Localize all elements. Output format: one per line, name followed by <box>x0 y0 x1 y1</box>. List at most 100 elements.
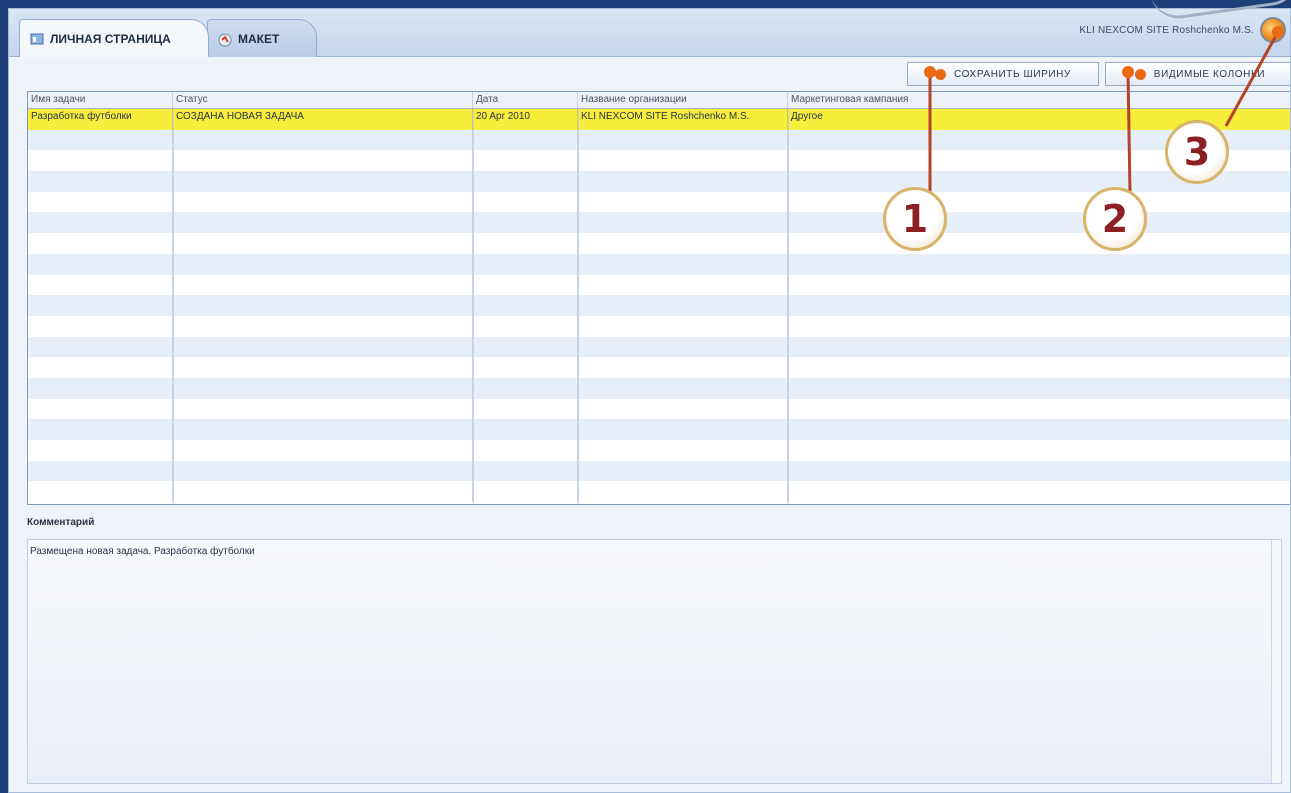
table-cell <box>28 253 173 275</box>
visible-columns-button[interactable]: ВИДИМЫЕ КОЛОНКИ <box>1105 62 1290 86</box>
table-cell <box>578 212 788 234</box>
table-row[interactable] <box>28 274 1290 296</box>
table-row[interactable] <box>28 377 1290 399</box>
table-cell <box>173 129 473 151</box>
column-header-task-name[interactable]: Имя задачи <box>28 92 173 108</box>
table-row[interactable] <box>28 440 1290 461</box>
table-cell <box>788 440 1290 461</box>
table-cell <box>173 481 473 503</box>
table-cell <box>788 212 1290 233</box>
table-cell <box>578 129 788 151</box>
table-cell <box>578 377 788 399</box>
table-cell <box>578 171 788 192</box>
table-cell <box>28 212 173 234</box>
logout-button[interactable] <box>1260 17 1286 43</box>
table-cell <box>173 274 473 296</box>
table-cell <box>173 150 473 172</box>
table-row[interactable] <box>28 295 1290 316</box>
table-cell <box>473 419 578 440</box>
table-row[interactable] <box>28 150 1290 172</box>
tab-layout[interactable]: МАКЕТ <box>207 19 317 57</box>
table-cell <box>173 419 473 440</box>
table-cell <box>578 336 788 358</box>
table-cell <box>788 192 1290 213</box>
table-cell <box>473 171 578 192</box>
table-cell <box>28 274 173 296</box>
table-cell <box>473 357 578 378</box>
table-cell <box>473 274 578 296</box>
table-cell <box>578 440 788 461</box>
table-row[interactable]: Разработка футболки СОЗДАНА НОВАЯ ЗАДАЧА… <box>28 109 1290 130</box>
table-cell <box>473 253 578 275</box>
table-cell <box>173 315 473 337</box>
table-cell <box>28 171 173 192</box>
column-header-status[interactable]: Статус <box>173 92 473 108</box>
table-cell <box>173 233 473 254</box>
table-cell <box>578 481 788 503</box>
comment-box[interactable]: Размещена новая задача. Разработка футбо… <box>27 539 1282 784</box>
top-bar: ЛИЧНАЯ СТРАНИЦА МАКЕТ KLI NEXCOM SITE Ro… <box>9 9 1290 57</box>
table-cell <box>788 357 1290 378</box>
callout-1-number: 1 <box>901 197 929 241</box>
table-cell <box>788 295 1290 316</box>
table-row[interactable] <box>28 253 1290 275</box>
table-row[interactable] <box>28 460 1290 482</box>
table-cell <box>578 274 788 296</box>
visible-columns-label: ВИДИМЫЕ КОЛОНКИ <box>1153 68 1266 80</box>
table-row[interactable] <box>28 419 1290 440</box>
table-row[interactable] <box>28 336 1290 358</box>
table-cell <box>473 150 578 172</box>
layout-icon <box>218 33 232 46</box>
save-width-dot-icon <box>935 68 947 80</box>
table-cell <box>788 316 1290 337</box>
table-cell <box>28 295 173 316</box>
table-cell <box>473 377 578 399</box>
tab-personal-page[interactable]: ЛИЧНАЯ СТРАНИЦА <box>19 19 209 57</box>
table-cell <box>28 398 173 420</box>
table-cell <box>173 171 473 192</box>
column-header-date[interactable]: Дата <box>473 92 578 108</box>
table-row[interactable] <box>28 357 1290 378</box>
application-window: ЛИЧНАЯ СТРАНИЦА МАКЕТ KLI NEXCOM SITE Ro… <box>8 8 1291 793</box>
table-row[interactable] <box>28 398 1290 420</box>
table-cell <box>473 460 578 482</box>
table-cell <box>473 315 578 337</box>
table-cell <box>28 377 173 399</box>
table-cell <box>788 275 1290 296</box>
tab-layout-label: МАКЕТ <box>238 31 280 46</box>
table-cell <box>788 337 1290 358</box>
table-row[interactable] <box>28 129 1290 151</box>
table-cell <box>788 419 1290 440</box>
table-cell <box>28 419 173 440</box>
table-cell <box>173 191 473 213</box>
visible-columns-dot-icon <box>1134 68 1146 80</box>
table-cell <box>28 129 173 151</box>
personal-page-icon <box>30 33 44 45</box>
table-cell <box>173 336 473 358</box>
table-cell <box>788 254 1290 275</box>
callout-3: 3 <box>1165 120 1229 184</box>
callout-2: 2 <box>1083 187 1147 251</box>
table-cell <box>173 253 473 275</box>
column-header-campaign[interactable]: Маркетинговая кампания <box>788 92 1290 108</box>
table-cell <box>788 481 1290 502</box>
table-row[interactable] <box>28 315 1290 337</box>
tab-personal-label: ЛИЧНАЯ СТРАНИЦА <box>50 31 171 46</box>
column-header-organization[interactable]: Название организации <box>578 92 788 108</box>
cell-date: 20 Apr 2010 <box>473 109 578 130</box>
comment-scrollbar[interactable] <box>1271 540 1281 783</box>
table-row[interactable] <box>28 481 1290 503</box>
table-cell <box>788 461 1290 482</box>
callout-2-number: 2 <box>1101 197 1129 241</box>
table-cell <box>173 212 473 234</box>
table-cell <box>788 399 1290 420</box>
table-header: Имя задачи Статус Дата Название организа… <box>28 92 1290 109</box>
table-cell <box>173 377 473 399</box>
comment-text: Размещена новая задача. Разработка футбо… <box>30 546 255 557</box>
table-cell <box>173 357 473 378</box>
table-cell <box>473 295 578 316</box>
table-cell <box>578 191 788 213</box>
table-cell <box>173 398 473 420</box>
table-cell <box>473 398 578 420</box>
save-width-button[interactable]: СОХРАНИТЬ ШИРИНУ <box>907 62 1099 86</box>
